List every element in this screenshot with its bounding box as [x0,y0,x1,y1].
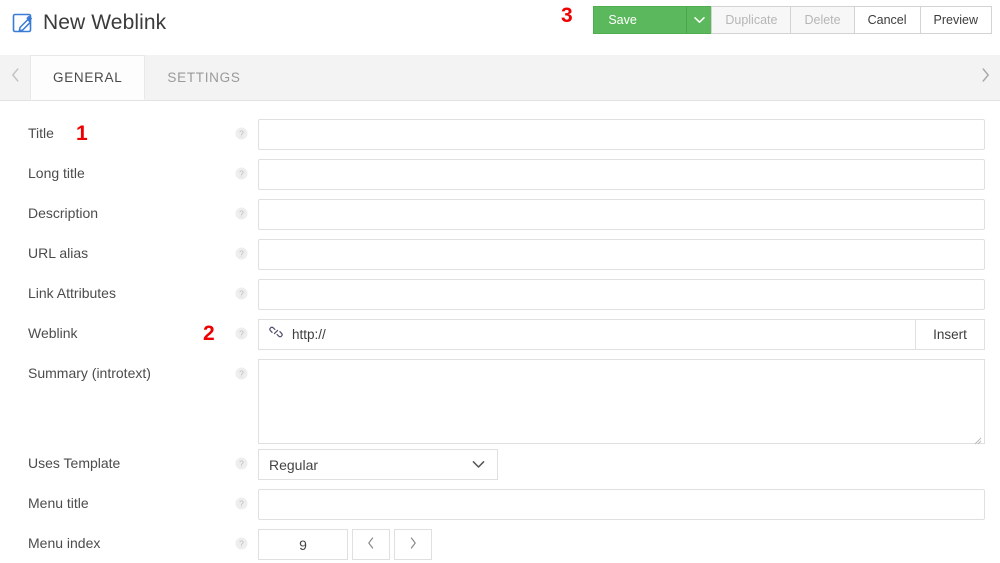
label-link-attributes: Link Attributes [28,285,116,301]
menu-title-input-field[interactable] [259,490,984,519]
question-circle-icon[interactable]: ? [235,207,248,220]
menu-index-next-button[interactable] [394,529,432,560]
svg-text:?: ? [239,169,244,179]
svg-text:?: ? [239,129,244,139]
save-button[interactable]: Save [593,6,688,34]
tab-list: GENERAL SETTINGS [30,55,263,100]
tab-general[interactable]: GENERAL [30,55,146,100]
label-menu-title: Menu title [28,495,89,511]
resize-grip-icon[interactable] [973,432,982,445]
menu-title-input[interactable] [258,489,985,520]
label-uses-template: Uses Template [28,455,121,471]
long-title-input-field[interactable] [259,160,984,189]
question-circle-icon[interactable]: ? [235,367,248,380]
edit-pencil-square-icon [12,12,34,34]
svg-text:?: ? [239,539,244,549]
page-title: New Weblink [43,11,167,34]
annotation-marker-3: 3 [561,4,573,27]
label-summary: Summary (introtext) [28,365,151,381]
weblink-edit-page: New Weblink Save Duplicate Delete Cancel… [0,0,1000,563]
chevron-right-icon [981,68,990,87]
input-title-wrapper [258,119,985,150]
url-alias-input-field[interactable] [259,240,984,269]
description-input-field[interactable] [259,200,984,229]
toolbar: Save Duplicate Delete Cancel Preview [593,6,992,34]
svg-text:?: ? [239,499,244,509]
chevron-right-icon [409,536,417,554]
input-long-title-wrapper [258,159,985,190]
question-circle-icon[interactable]: ? [235,327,248,340]
input-weblink-wrapper: http:// Insert [258,319,985,350]
annotation-marker-2: 2 [203,322,215,345]
chevron-down-icon [694,16,705,24]
svg-text:?: ? [239,289,244,299]
input-description-wrapper [258,199,985,230]
uses-template-value: Regular [269,456,319,473]
preview-button[interactable]: Preview [919,6,992,34]
duplicate-button[interactable]: Duplicate [711,6,792,34]
chevron-down-icon [472,456,485,474]
label-long-title: Long title [28,165,85,181]
question-circle-icon[interactable]: ? [235,127,248,140]
tab-settings[interactable]: SETTINGS [145,55,262,100]
page-title-group: New Weblink [12,12,166,34]
tab-bar: GENERAL SETTINGS [0,55,1000,101]
input-summary-wrapper [258,359,985,445]
weblink-insert-button[interactable]: Insert [916,319,985,350]
tab-scroll-left-button[interactable] [4,55,26,100]
summary-textarea[interactable] [258,359,985,445]
label-description: Description [28,205,99,221]
uses-template-select[interactable]: Regular [258,449,498,480]
description-input[interactable] [258,199,985,230]
link-attributes-input-field[interactable] [259,280,984,309]
question-circle-icon[interactable]: ? [235,247,248,260]
svg-text:?: ? [239,209,244,219]
title-input[interactable] [258,119,985,150]
menu-index-prev-button[interactable] [352,529,390,560]
svg-text:?: ? [239,329,244,339]
input-link-attributes-wrapper [258,279,985,310]
title-input-field[interactable] [259,120,984,149]
svg-text:?: ? [239,249,244,259]
chevron-left-icon [367,536,375,554]
weblink-value: http:// [292,327,326,342]
url-alias-input[interactable] [258,239,985,270]
weblink-input[interactable]: http:// [258,319,916,350]
delete-button[interactable]: Delete [790,6,855,34]
weblink-input-group: http:// Insert [258,319,985,350]
menu-index-stepper: 9 [258,529,432,560]
save-dropdown-button[interactable] [686,6,713,34]
label-url-alias: URL alias [28,245,89,261]
question-circle-icon[interactable]: ? [235,457,248,470]
question-circle-icon[interactable]: ? [235,497,248,510]
select-uses-template-wrapper: Regular [258,449,498,480]
annotation-marker-1: 1 [76,122,88,145]
long-title-input[interactable] [258,159,985,190]
menu-index-value[interactable]: 9 [258,529,348,560]
label-weblink: Weblink [28,325,78,341]
question-circle-icon[interactable]: ? [235,167,248,180]
label-title: Title [28,125,54,141]
page-header: New Weblink Save Duplicate Delete Cancel… [0,0,1000,48]
svg-text:?: ? [239,459,244,469]
svg-text:?: ? [239,369,244,379]
label-menu-index: Menu index [28,535,101,551]
stepper-menu-index-wrapper: 9 [258,529,432,560]
link-attributes-input[interactable] [258,279,985,310]
tab-scroll-right-button[interactable] [974,55,996,100]
link-chain-icon [269,325,283,344]
cancel-button[interactable]: Cancel [853,6,921,34]
question-circle-icon[interactable]: ? [235,287,248,300]
chevron-left-icon [11,68,20,87]
input-url-alias-wrapper [258,239,985,270]
input-menu-title-wrapper [258,489,985,520]
question-circle-icon[interactable]: ? [235,537,248,550]
